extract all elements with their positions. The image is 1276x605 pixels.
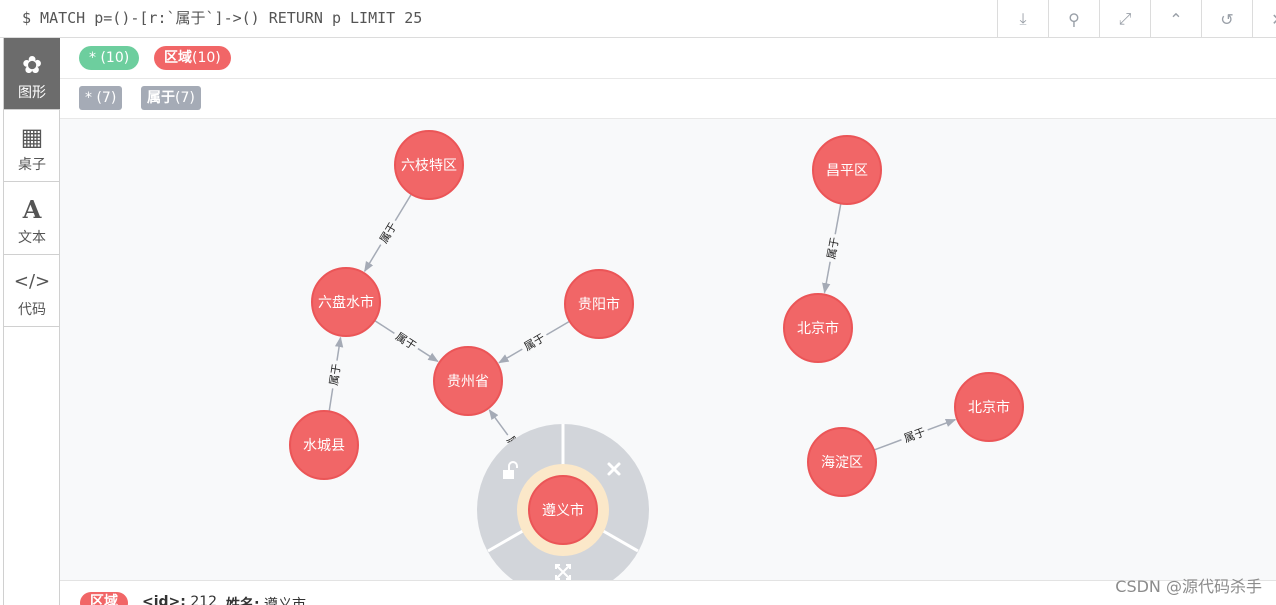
prop-id: <id>: 212 <box>142 594 217 605</box>
label-pill-region[interactable]: 区域(10) <box>154 46 231 70</box>
graph-node[interactable]: 水城县 <box>289 410 359 480</box>
relationship-edge[interactable]: 属于 <box>873 418 957 451</box>
graph-node[interactable]: 北京市 <box>783 293 853 363</box>
relationship-types-bar: * (7) 属于(7) <box>60 79 1276 119</box>
text-icon: A <box>22 195 42 224</box>
relationship-edge[interactable]: 属于 <box>822 203 842 294</box>
query-text[interactable]: $ MATCH p=()-[r:`属于`]->() RETURN p LIMIT… <box>22 7 422 28</box>
view-sidebar: ✿ 图形 ▦ 桌子 A 文本 </> 代码 <box>3 38 60 605</box>
node-caption: 六盘水市 <box>318 294 374 311</box>
prop-name-value: 遵义市 <box>259 597 307 605</box>
node-caption: 昌平区 <box>826 163 868 179</box>
edge-line <box>374 319 395 334</box>
prop-name: 姓名: 遵义市 <box>226 594 306 605</box>
sidebar-item-table[interactable]: ▦ 桌子 <box>4 110 60 182</box>
sidebar-item-text[interactable]: A 文本 <box>4 183 60 255</box>
node-caption: 北京市 <box>968 399 1010 416</box>
collapse-button[interactable]: ⌃ <box>1150 0 1201 38</box>
download-icon: ⤓ <box>1019 9 1027 28</box>
graph-svg[interactable]: 属于属于属于属于属于属于属于 六枝特区六盘水市贵阳市贵州省水城县遵义市昌平区北京… <box>60 119 1276 580</box>
graph-node[interactable]: 北京市 <box>954 372 1024 442</box>
edge-line <box>873 439 902 451</box>
edge-label: 属于 <box>902 425 927 445</box>
sidebar-item-label: 文本 <box>18 230 46 246</box>
node-labels-bar: * (10) 区域(10) <box>60 38 1276 79</box>
graph-node[interactable]: 六盘水市 <box>311 267 381 337</box>
rel-tag-belongs[interactable]: 属于(7) <box>141 86 201 110</box>
node-caption: 六枝特区 <box>401 158 457 174</box>
query-bar: $ MATCH p=()-[r:`属于`]->() RETURN p LIMIT… <box>0 0 1276 38</box>
sidebar-item-code[interactable]: </> 代码 <box>4 255 60 327</box>
download-button[interactable]: ⤓ <box>997 0 1048 38</box>
edge-line <box>328 388 334 412</box>
sidebar-item-label: 代码 <box>18 302 46 318</box>
relationship-edge[interactable]: 属于 <box>374 319 439 363</box>
pin-icon: ⚲ <box>1068 9 1080 29</box>
label-pill-all[interactable]: * (10) <box>79 46 140 70</box>
node-caption: 贵阳市 <box>578 296 620 313</box>
edge-label: 属于 <box>377 220 400 246</box>
sidebar-item-label: 桌子 <box>18 157 46 173</box>
rel-type-name: 属于 <box>147 90 175 106</box>
node-label-badge[interactable]: 区域 <box>80 592 128 605</box>
close-button[interactable]: ✕ <box>1252 0 1276 38</box>
edge-line <box>822 261 831 294</box>
prop-name-key: 姓名: <box>226 597 260 605</box>
node-caption: 北京市 <box>797 320 839 337</box>
edge-line <box>488 409 509 436</box>
relationship-edge[interactable]: 属于 <box>327 336 344 412</box>
graph-node[interactable]: 昌平区 <box>812 135 882 205</box>
watermark: CSDN @源代码杀手 <box>1115 577 1262 596</box>
edge-label: 属于 <box>327 363 343 387</box>
label-name: 区域 <box>164 50 192 66</box>
graph-icon: ✿ <box>21 51 43 79</box>
code-icon: </> <box>13 271 51 292</box>
edge-label: 属于 <box>393 330 419 353</box>
pin-button[interactable]: ⚲ <box>1048 0 1099 38</box>
edge-line <box>417 347 439 363</box>
label-count: (10) <box>192 50 221 66</box>
node-caption: 海淀区 <box>821 455 863 471</box>
refresh-button[interactable]: ↺ <box>1201 0 1252 38</box>
edge-line <box>364 244 382 273</box>
edge-line <box>394 193 413 222</box>
details-footer: 区域 <id>: 212 姓名: 遵义市 <box>60 580 1276 605</box>
rel-tag-all[interactable]: * (7) <box>79 86 123 110</box>
graph-node[interactable]: 遵义市 <box>528 475 598 545</box>
prop-id-value: 212 <box>185 594 218 605</box>
relationship-edge[interactable]: 属于 <box>364 193 413 273</box>
edge-label: 属于 <box>522 331 548 353</box>
prop-id-key: <id>: <box>142 594 186 605</box>
sidebar-item-graph[interactable]: ✿ 图形 <box>4 38 60 110</box>
sidebar-item-label: 图形 <box>18 85 46 101</box>
relationship-edge[interactable]: 属于 <box>498 320 571 364</box>
node-caption: 贵州省 <box>447 374 489 390</box>
graph-node[interactable]: 贵州省 <box>433 346 503 416</box>
close-icon: ✕ <box>1271 10 1276 29</box>
graph-node[interactable]: 海淀区 <box>807 427 877 497</box>
edge-line <box>927 418 957 431</box>
expand-icon: ⤢ <box>1118 9 1132 28</box>
table-icon: ▦ <box>20 123 44 151</box>
graph-canvas[interactable]: 属于属于属于属于属于属于属于 六枝特区六盘水市贵阳市贵州省水城县遵义市昌平区北京… <box>60 119 1276 580</box>
edge-line <box>546 320 571 336</box>
node-caption: 遵义市 <box>542 502 584 519</box>
edge-line <box>498 348 523 364</box>
collapse-up-icon: ⌃ <box>1169 9 1183 29</box>
node-caption: 水城县 <box>303 438 345 454</box>
graph-node[interactable]: 贵阳市 <box>564 269 634 339</box>
edge-line <box>834 203 842 235</box>
expand-button[interactable]: ⤢ <box>1099 0 1150 38</box>
refresh-icon: ↺ <box>1220 9 1234 29</box>
rel-type-count: (7) <box>175 90 195 106</box>
graph-node[interactable]: 六枝特区 <box>394 130 464 200</box>
edge-line <box>334 336 344 361</box>
edge-label: 属于 <box>825 236 842 260</box>
